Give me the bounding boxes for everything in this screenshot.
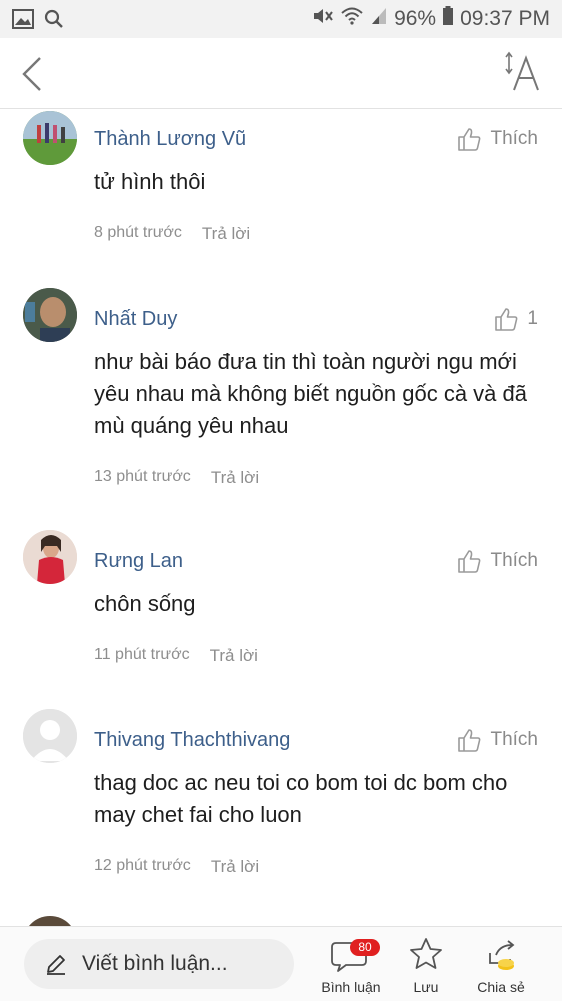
comment-meta: 11 phút trước Trả lời xyxy=(94,646,258,666)
comment-time: 12 phút trước xyxy=(94,857,191,874)
like-button[interactable]: Thích xyxy=(456,727,538,753)
back-button[interactable] xyxy=(18,56,48,92)
search-icon xyxy=(44,9,64,34)
bottom-bar: Viết bình luận... 80 Bình luận Lưu Chia … xyxy=(0,926,562,1001)
comment-time: 13 phút trước xyxy=(94,468,191,485)
write-comment-input[interactable]: Viết bình luận... xyxy=(24,939,294,989)
comments-count-badge: 80 xyxy=(350,939,380,956)
avatar[interactable] xyxy=(23,709,77,763)
reply-button[interactable]: Trả lời xyxy=(210,646,258,666)
mute-icon xyxy=(312,6,334,32)
thumbs-up-icon xyxy=(458,729,481,752)
comment-author[interactable]: Rưng Lan xyxy=(94,550,183,573)
thumbs-up-icon xyxy=(458,550,481,573)
share-button[interactable]: Chia sẻ xyxy=(466,933,536,999)
like-count: 1 xyxy=(527,308,538,329)
comment-meta: 8 phút trước Trả lời xyxy=(94,224,250,244)
wifi-icon xyxy=(340,6,364,32)
comment-text: tử hình thôi xyxy=(94,169,206,194)
reply-button[interactable]: Trả lời xyxy=(202,224,250,244)
comment-author[interactable]: Thành Lương Vũ xyxy=(94,128,246,151)
default-avatar-icon xyxy=(23,709,77,763)
like-button[interactable]: Thích xyxy=(456,548,538,574)
reply-button[interactable]: Trả lời xyxy=(211,468,259,488)
comment-meta: 12 phút trước Trả lời xyxy=(94,857,259,877)
chevron-left-icon xyxy=(22,57,41,91)
comments-button[interactable]: 80 Bình luận xyxy=(316,933,386,999)
save-label: Lưu xyxy=(413,979,439,995)
comment-text: thag doc ac neu toi co bom toi dc bom ch… xyxy=(94,770,508,827)
thumbs-up-icon xyxy=(495,308,518,331)
app-bar xyxy=(0,38,562,109)
comments-label: Bình luận xyxy=(321,979,381,995)
comment-time: 8 phút trước xyxy=(94,224,182,241)
comment-time: 11 phút trước xyxy=(94,646,190,663)
comment-author[interactable]: Nhất Duy xyxy=(94,308,177,331)
thumbs-up-icon xyxy=(458,128,481,151)
pencil-icon xyxy=(47,955,65,975)
image-icon xyxy=(12,9,34,34)
status-bar: 96% 09:37 PM xyxy=(0,0,562,38)
like-button[interactable]: 1 xyxy=(493,306,538,332)
like-button[interactable]: Thích xyxy=(456,126,538,152)
comment-meta: 13 phút trước Trả lời xyxy=(94,468,259,488)
save-button[interactable]: Lưu xyxy=(391,933,461,999)
write-comment-placeholder: Viết bình luận... xyxy=(82,952,228,975)
clock: 09:37 PM xyxy=(460,7,550,30)
reply-button[interactable]: Trả lời xyxy=(211,857,259,877)
avatar[interactable] xyxy=(23,530,77,584)
signal-icon xyxy=(370,6,388,32)
comment-text: chôn sống xyxy=(94,591,196,616)
comment-author[interactable]: Thivang Thachthivang xyxy=(94,729,290,752)
avatar[interactable] xyxy=(23,288,77,342)
battery-icon xyxy=(442,6,454,32)
like-label: Thích xyxy=(490,729,538,750)
like-label: Thích xyxy=(490,550,538,571)
font-size-icon xyxy=(505,51,539,91)
star-icon xyxy=(410,938,442,969)
font-size-button[interactable] xyxy=(504,50,544,96)
comment-text: như bài báo đưa tin thì toàn người ngu m… xyxy=(94,349,527,438)
share-label: Chia sẻ xyxy=(477,979,525,995)
like-label: Thích xyxy=(490,128,538,149)
avatar[interactable] xyxy=(23,111,77,165)
battery-percent: 96% xyxy=(394,7,437,30)
share-icon xyxy=(489,940,515,970)
